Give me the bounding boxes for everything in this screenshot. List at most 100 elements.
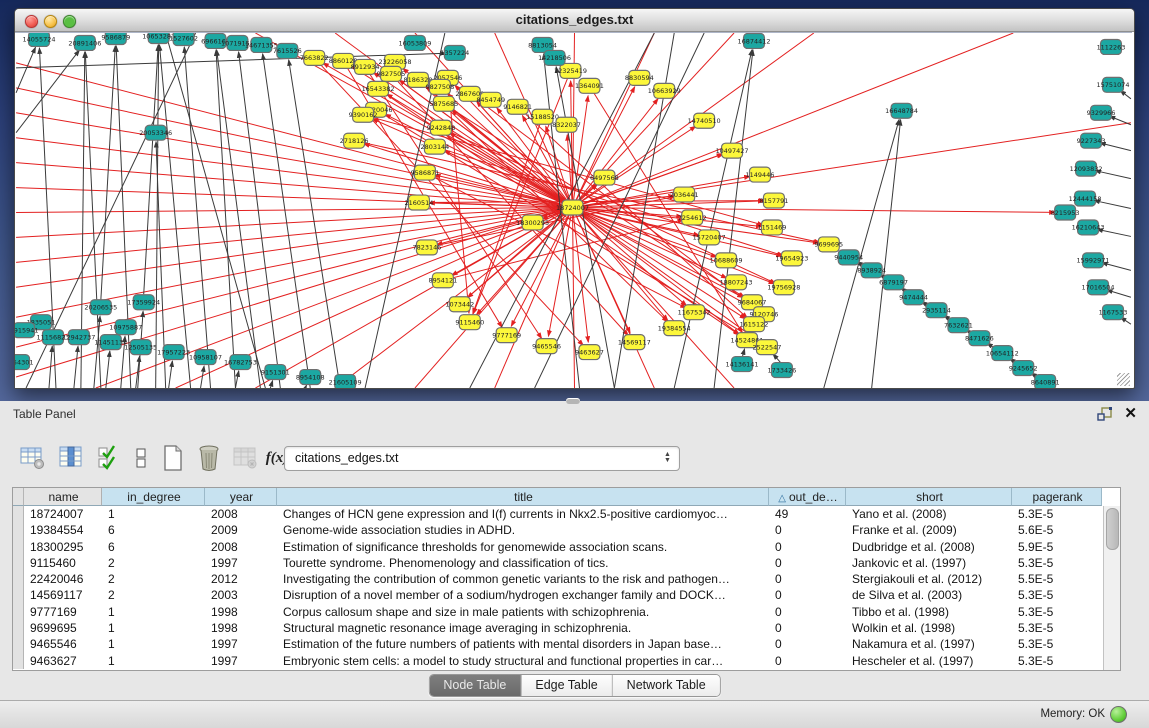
network-node[interactable]: 14055724 — [23, 33, 56, 46]
network-node[interactable]: 2160514 — [405, 195, 434, 210]
network-node[interactable]: 17016504 — [1082, 280, 1115, 295]
close-panel-icon[interactable]: ✕ — [1124, 404, 1137, 422]
vertical-scrollbar[interactable] — [1103, 506, 1120, 670]
network-window-titlebar[interactable]: citations_edges.txt — [15, 9, 1134, 32]
network-node[interactable]: 9827508 — [425, 79, 454, 94]
citation-network-graph[interactable]: 7663822886012889129342322605898275058186… — [15, 33, 1132, 388]
table-cell[interactable]: 1998 — [205, 604, 277, 620]
network-node[interactable]: 14136141 — [726, 357, 759, 372]
table-cell[interactable]: 1 — [102, 653, 205, 669]
table-cell[interactable]: Estimation of the future numbers of pati… — [277, 636, 769, 652]
network-node[interactable]: 7823146 — [413, 240, 442, 255]
table-cell[interactable]: Hescheler et al. (1997) — [846, 653, 1012, 669]
network-node[interactable]: 1733426 — [768, 363, 797, 378]
network-node[interactable]: 9699695 — [814, 237, 843, 252]
column-header-in_degree[interactable]: in_degree — [102, 488, 205, 506]
table-cell[interactable]: 2 — [102, 587, 205, 603]
resize-grip-icon[interactable] — [1117, 373, 1130, 386]
column-header-out_de[interactable]: △out_de… — [769, 488, 846, 506]
network-node[interactable]: 9463627 — [575, 345, 604, 360]
table-cell[interactable]: 0 — [769, 620, 846, 636]
network-node[interactable]: 15751074 — [1097, 77, 1130, 92]
network-node[interactable]: 15992971 — [1077, 253, 1110, 268]
table-cell[interactable]: 18300295 — [24, 539, 102, 555]
table-cell[interactable]: Corpus callosum shape and size in male p… — [277, 604, 769, 620]
table-cell[interactable]: 0 — [769, 539, 846, 555]
table-cell[interactable]: Jankovic et al. (1997) — [846, 555, 1012, 571]
column-header-name[interactable]: name — [24, 488, 102, 506]
table-cell[interactable]: Genome-wide association studies in ADHD. — [277, 522, 769, 538]
network-node[interactable]: 16874412 — [738, 33, 771, 48]
network-node[interactable]: 9329966 — [1087, 105, 1116, 120]
network-node[interactable]: 8454749 — [476, 92, 505, 107]
table-cell[interactable]: 2008 — [205, 506, 277, 522]
table-cell[interactable]: 1 — [102, 620, 205, 636]
tab-edge-table[interactable]: Edge Table — [521, 675, 612, 696]
network-node[interactable]: 1615122 — [740, 317, 769, 332]
show-hide-columns-icon[interactable] — [94, 443, 124, 473]
column-header-year[interactable]: year — [205, 488, 277, 506]
table-cell[interactable]: Nakamura et al. (1997) — [846, 636, 1012, 652]
network-node[interactable]: 2036441 — [670, 187, 699, 202]
table-cell[interactable]: Estimation of significance thresholds fo… — [277, 539, 769, 555]
column-header-title[interactable]: title — [277, 488, 769, 506]
table-cell[interactable]: 1997 — [205, 555, 277, 571]
table-cell[interactable]: 2 — [102, 555, 205, 571]
delete-column-icon[interactable] — [194, 443, 224, 473]
table-cell[interactable]: 0 — [769, 604, 846, 620]
network-node[interactable]: 7254612 — [678, 210, 707, 225]
table-cell[interactable]: Wolkin et al. (1998) — [846, 620, 1012, 636]
tab-network-table[interactable]: Network Table — [613, 675, 720, 696]
table-cell[interactable]: 19384554 — [24, 522, 102, 538]
network-node[interactable]: 12444158 — [1069, 191, 1102, 206]
table-cell[interactable]: 9699695 — [24, 620, 102, 636]
network-node[interactable]: 14740510 — [688, 113, 721, 128]
network-node[interactable]: 17957223 — [157, 345, 190, 360]
table-row[interactable]: 1456911722003Disruption of a novel membe… — [13, 587, 1120, 603]
network-node[interactable]: 16053809 — [398, 35, 431, 50]
network-node[interactable]: 8215953 — [1051, 205, 1080, 220]
network-node[interactable]: 16210643 — [1072, 220, 1105, 235]
table-cell[interactable]: 9465546 — [24, 636, 102, 652]
network-node[interactable]: 20891406 — [68, 35, 101, 50]
table-chooser-dropdown[interactable]: citations_edges.txt ▲▼ — [284, 446, 680, 471]
network-node[interactable]: 9586871 — [411, 165, 440, 180]
network-node[interactable]: 9151301 — [261, 365, 290, 380]
column-header-short[interactable]: short — [846, 488, 1012, 506]
network-node[interactable]: 8157791 — [760, 193, 789, 208]
network-node[interactable]: 1527602 — [169, 33, 198, 45]
network-node[interactable]: 7663822 — [300, 50, 329, 65]
table-cell[interactable]: 5.3E-5 — [1012, 620, 1102, 636]
network-node[interactable]: 7654301 — [15, 355, 33, 370]
table-cell[interactable]: 9463627 — [24, 653, 102, 669]
table-row[interactable]: 2242004622012Investigating the contribut… — [13, 571, 1120, 587]
table-cell[interactable]: 14569117 — [24, 587, 102, 603]
table-cell[interactable]: Dudbridge et al. (2008) — [846, 539, 1012, 555]
table-cell[interactable]: 2 — [102, 571, 205, 587]
network-node[interactable]: 16648784 — [885, 103, 918, 118]
table-cell[interactable]: Tourette syndrome. Phenomenology and cla… — [277, 555, 769, 571]
network-node[interactable]: 9827505 — [377, 66, 406, 81]
table-row[interactable]: 1830029562008Estimation of significance … — [13, 539, 1120, 555]
network-node[interactable]: 10958107 — [189, 350, 222, 365]
network-node[interactable]: 16782753 — [224, 355, 257, 370]
table-cell[interactable]: 2009 — [205, 522, 277, 538]
network-node[interactable]: 12093832 — [1070, 161, 1103, 176]
network-node[interactable]: 17359924 — [127, 295, 160, 310]
table-cell[interactable]: 2003 — [205, 587, 277, 603]
table-cell[interactable]: Tibbo et al. (1998) — [846, 604, 1012, 620]
network-node[interactable]: 5875685 — [429, 96, 458, 111]
network-node[interactable]: 2718126 — [340, 133, 369, 148]
table-cell[interactable]: 2008 — [205, 539, 277, 555]
network-node[interactable]: 9242848 — [426, 120, 455, 135]
network-node[interactable]: 1149446 — [746, 167, 775, 182]
table-cell[interactable]: 9115460 — [24, 555, 102, 571]
network-node[interactable]: 21605109 — [329, 375, 362, 388]
table-cell[interactable]: Embryonic stem cells: a model to study s… — [277, 653, 769, 669]
network-node[interactable]: 9474444 — [899, 290, 928, 305]
table-cell[interactable]: 5.3E-5 — [1012, 587, 1102, 603]
network-node[interactable]: 15720407 — [693, 230, 726, 245]
table-cell[interactable]: 5.3E-5 — [1012, 506, 1102, 522]
table-cell[interactable]: 5.3E-5 — [1012, 636, 1102, 652]
table-cell[interactable]: 5.3E-5 — [1012, 604, 1102, 620]
